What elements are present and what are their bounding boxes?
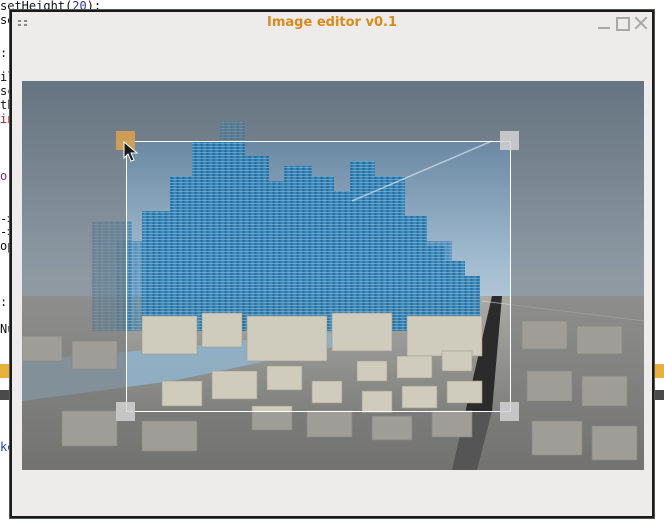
background-dark-strip: [0, 390, 10, 400]
crop-handle-bottom-right[interactable]: [500, 402, 519, 421]
crop-dim-right: [511, 141, 644, 412]
crop-handle-top-right[interactable]: [500, 131, 519, 150]
window-title: Image editor v0.1: [267, 15, 397, 30]
minimize-icon[interactable]: [596, 15, 612, 31]
background-dark-strip: [654, 390, 664, 400]
mouse-pointer-icon: [123, 141, 139, 162]
maximize-icon[interactable]: [614, 15, 630, 31]
crop-handle-bottom-left[interactable]: [116, 402, 135, 421]
background-highlight-strip: [654, 364, 664, 378]
image-canvas[interactable]: [22, 81, 644, 470]
background-highlight-strip: [0, 364, 10, 378]
close-icon[interactable]: [633, 15, 649, 31]
title-bar[interactable]: Image editor v0.1: [12, 12, 652, 36]
crop-rectangle[interactable]: [126, 141, 511, 412]
crop-dim-left: [22, 141, 126, 412]
image-editor-window: Image editor v0.1: [10, 10, 654, 518]
